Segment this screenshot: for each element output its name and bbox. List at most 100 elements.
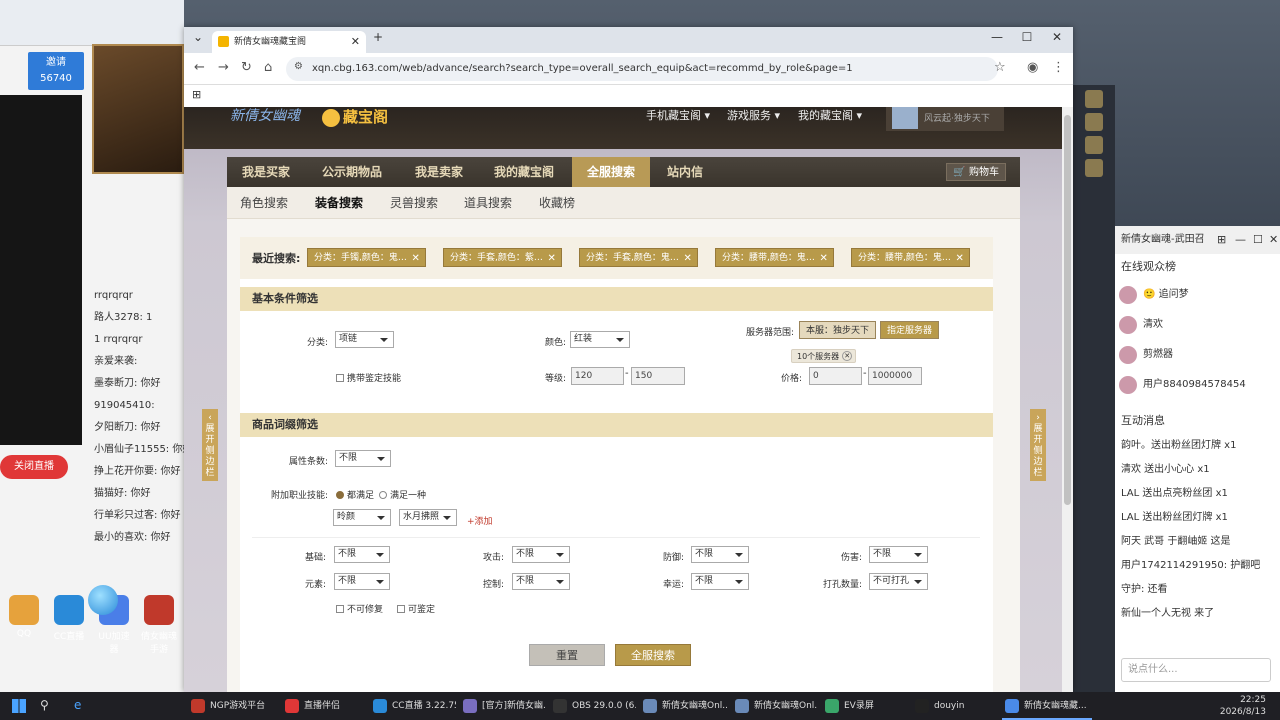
- menu-icon[interactable]: ⋮: [1052, 60, 1065, 75]
- tab-pet-search[interactable]: 灵兽搜索: [390, 187, 438, 219]
- remove-chip-icon[interactable]: ✕: [819, 249, 827, 268]
- apps-grid-icon[interactable]: ⊞: [192, 88, 201, 101]
- server-count-tag[interactable]: 10个服务器 ✕: [791, 349, 857, 363]
- remove-chip-icon[interactable]: ✕: [955, 249, 963, 268]
- game-icon[interactable]: [1085, 159, 1103, 177]
- no-repair-checkbox[interactable]: 不可修复: [336, 602, 383, 615]
- tab-item-search[interactable]: 道具搜索: [464, 187, 512, 219]
- recent-chip[interactable]: 分类：腰带,颜色：鬼… ✕: [715, 248, 834, 267]
- gm-icon[interactable]: [1085, 90, 1103, 108]
- expand-sidebar-left[interactable]: ‹ 展开侧边栏: [202, 409, 218, 481]
- attr-select-defense[interactable]: 不限: [691, 546, 749, 563]
- radio-one[interactable]: 满足一种: [379, 488, 426, 501]
- game-icon[interactable]: [1085, 113, 1103, 131]
- page-scrollbar[interactable]: [1062, 107, 1073, 692]
- nav-public[interactable]: 公示期物品: [307, 157, 397, 187]
- taskbar-app[interactable]: 新倩女幽魂Onl...: [640, 692, 728, 720]
- tab-equip-search[interactable]: 装备搜索: [315, 187, 363, 219]
- nav-my-cbg[interactable]: 我的藏宝阁: [479, 157, 569, 187]
- skill-select[interactable]: 水月拂照: [399, 509, 457, 526]
- reload-icon[interactable]: ↻: [241, 60, 252, 75]
- search-icon[interactable]: ⚲: [40, 698, 49, 712]
- taskbar-app[interactable]: CC直播 3.22.75: [370, 692, 456, 720]
- category-select[interactable]: 项链: [335, 331, 394, 348]
- tab-role-search[interactable]: 角色搜索: [240, 187, 288, 219]
- current-server-button[interactable]: 本服：独步天下: [799, 321, 877, 339]
- header-link-my[interactable]: 我的藏宝阁 ▾: [798, 107, 862, 123]
- taskbar-app[interactable]: 直播伴侣: [282, 692, 366, 720]
- recent-chip[interactable]: 分类：手套,颜色：鬼… ✕: [579, 248, 698, 267]
- color-select[interactable]: 红装: [570, 331, 630, 348]
- taskbar-app[interactable]: NGP游戏平台: [188, 692, 278, 720]
- attr-select-luck[interactable]: 不限: [691, 573, 749, 590]
- forward-icon[interactable]: →: [218, 60, 229, 75]
- invite-button[interactable]: 邀请 56740: [28, 52, 84, 90]
- site-info-icon[interactable]: ⚙: [294, 61, 303, 72]
- windows-start-icon[interactable]: [12, 699, 26, 713]
- maximize-icon[interactable]: ☐: [1017, 30, 1037, 44]
- attr-select-element[interactable]: 不限: [334, 573, 390, 590]
- recent-chip[interactable]: 分类：腰带,颜色：鬼… ✕: [851, 248, 970, 267]
- add-skill-link[interactable]: +添加: [467, 514, 493, 527]
- recent-chip[interactable]: 分类：手镯,颜色：鬼… ✕: [307, 248, 426, 267]
- header-link-service[interactable]: 游戏服务 ▾: [727, 107, 780, 123]
- nav-buyer[interactable]: 我是买家: [227, 157, 305, 187]
- back-icon[interactable]: ←: [194, 60, 205, 75]
- edge-icon[interactable]: e: [74, 698, 81, 712]
- minimize-icon[interactable]: —: [1235, 226, 1246, 254]
- home-icon[interactable]: ⌂: [264, 60, 272, 75]
- global-search-button[interactable]: 全服搜索: [615, 644, 691, 666]
- maximize-icon[interactable]: ☐: [1253, 226, 1263, 254]
- desktop-shortcut[interactable]: 倩女幽魂手游: [139, 595, 179, 655]
- desktop-shortcut[interactable]: QQ: [4, 595, 44, 639]
- can-appraise-checkbox[interactable]: 可鉴定: [397, 602, 435, 615]
- minimize-icon[interactable]: —: [987, 30, 1007, 44]
- game-logo[interactable]: 新倩女幽魂: [230, 107, 300, 125]
- new-tab-icon[interactable]: +: [368, 30, 388, 44]
- cart-button[interactable]: 🛒 购物车: [946, 163, 1006, 181]
- job-select[interactable]: 昤颜: [333, 509, 391, 526]
- taskbar-app[interactable]: douyin: [912, 692, 998, 720]
- close-icon[interactable]: ✕: [1269, 226, 1278, 254]
- taskbar-app[interactable]: 新倩女幽魂Onl...: [732, 692, 818, 720]
- close-window-icon[interactable]: ✕: [1047, 30, 1067, 44]
- radio-all[interactable]: 都满足: [336, 488, 374, 501]
- taskbar-app[interactable]: 新倩女幽魂藏...: [1002, 692, 1092, 720]
- profile-icon[interactable]: ◉: [1027, 60, 1038, 75]
- remove-icon[interactable]: ✕: [842, 351, 853, 361]
- desktop-shortcut[interactable]: CC直播: [49, 595, 89, 642]
- tab-list-icon[interactable]: ⌄: [188, 30, 208, 44]
- attr-select-damage[interactable]: 不限: [869, 546, 928, 563]
- viewer-row[interactable]: 清欢: [1115, 310, 1280, 340]
- attr-select-basic[interactable]: 不限: [334, 546, 390, 563]
- chat-input[interactable]: 说点什么...: [1121, 658, 1271, 682]
- remove-chip-icon[interactable]: ✕: [547, 249, 555, 268]
- level-max-input[interactable]: 150: [631, 367, 685, 385]
- specify-server-button[interactable]: 指定服务器: [880, 321, 940, 339]
- expand-sidebar-right[interactable]: › 展开侧边栏: [1030, 409, 1046, 481]
- recent-chip[interactable]: 分类：手套,颜色：紫… ✕: [443, 248, 562, 267]
- tab-favorites[interactable]: 收藏榜: [539, 187, 575, 219]
- taskbar-app[interactable]: OBS 29.0.0 (6...: [550, 692, 636, 720]
- user-profile[interactable]: 风云起·独步天下: [886, 107, 1004, 131]
- reset-button[interactable]: 重置: [529, 644, 605, 666]
- nav-seller[interactable]: 我是卖家: [400, 157, 478, 187]
- url-field[interactable]: xqn.cbg.163.com/web/advance/search?searc…: [286, 57, 998, 81]
- viewer-row[interactable]: 🙂 追问梦: [1115, 280, 1280, 310]
- attr-count-select[interactable]: 不限: [335, 450, 391, 467]
- cbg-logo[interactable]: 藏宝阁: [322, 107, 388, 127]
- browser-tab[interactable]: 新倩女幽魂藏宝阁 ✕: [212, 31, 366, 53]
- viewer-row[interactable]: 剪燃器: [1115, 340, 1280, 370]
- system-clock[interactable]: 22:25 2026/8/13: [1220, 694, 1266, 718]
- attr-select-control[interactable]: 不限: [512, 573, 570, 590]
- taskbar-app[interactable]: [官方]新倩女幽...: [460, 692, 546, 720]
- attr-select-holes[interactable]: 不可打孔: [869, 573, 928, 590]
- header-link-mobile[interactable]: 手机藏宝阁 ▾: [646, 107, 710, 123]
- pin-icon[interactable]: ⊞: [1217, 226, 1226, 254]
- taskbar-app[interactable]: EV录屏: [822, 692, 908, 720]
- scrollbar-thumb[interactable]: [1064, 115, 1071, 505]
- nav-global-search[interactable]: 全服搜索: [572, 157, 651, 187]
- remove-chip-icon[interactable]: ✕: [683, 249, 691, 268]
- skill-checkbox[interactable]: 携带鉴定技能: [336, 371, 401, 384]
- price-max-input[interactable]: 1000000: [868, 367, 922, 385]
